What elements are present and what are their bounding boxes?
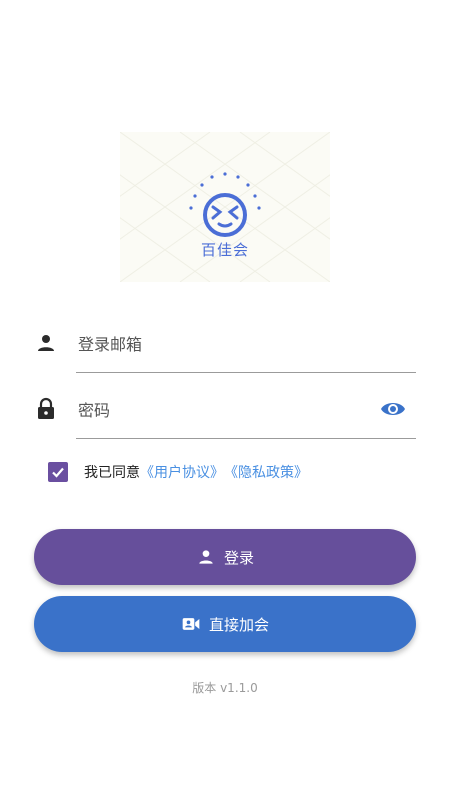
logo-name: 百佳会 bbox=[200, 241, 249, 259]
agree-text: 我已同意 bbox=[84, 465, 140, 481]
logo-emblem-icon bbox=[189, 172, 261, 237]
version-label: 版本 v1.1.0 bbox=[192, 681, 258, 695]
email-underline bbox=[76, 372, 416, 373]
check-icon bbox=[52, 467, 64, 478]
person-icon bbox=[38, 335, 54, 351]
email-field bbox=[34, 313, 416, 373]
login-screen: 百佳会 我已同意 《用户协议》 《隐私 bbox=[0, 0, 450, 800]
password-input[interactable] bbox=[76, 391, 380, 429]
agreement-row: 我已同意 《用户协议》 《隐私政策》 bbox=[48, 460, 308, 484]
password-underline bbox=[76, 438, 416, 439]
agree-checkbox[interactable] bbox=[48, 462, 68, 482]
join-button-label: 直接加会 bbox=[208, 615, 269, 634]
login-button-label: 登录 bbox=[223, 548, 254, 567]
lock-icon bbox=[38, 397, 54, 419]
person-icon bbox=[199, 550, 213, 564]
email-input[interactable] bbox=[76, 325, 380, 363]
password-field bbox=[34, 379, 416, 439]
privacy-policy-link[interactable]: 《隐私政策》 bbox=[224, 462, 308, 482]
user-agreement-link[interactable]: 《用户协议》 bbox=[140, 462, 224, 482]
video-camera-icon bbox=[182, 618, 200, 630]
eye-icon[interactable] bbox=[380, 397, 406, 421]
join-meeting-button[interactable]: 直接加会 bbox=[34, 596, 416, 652]
app-logo: 百佳会 bbox=[120, 132, 330, 282]
login-button[interactable]: 登录 bbox=[34, 529, 416, 585]
